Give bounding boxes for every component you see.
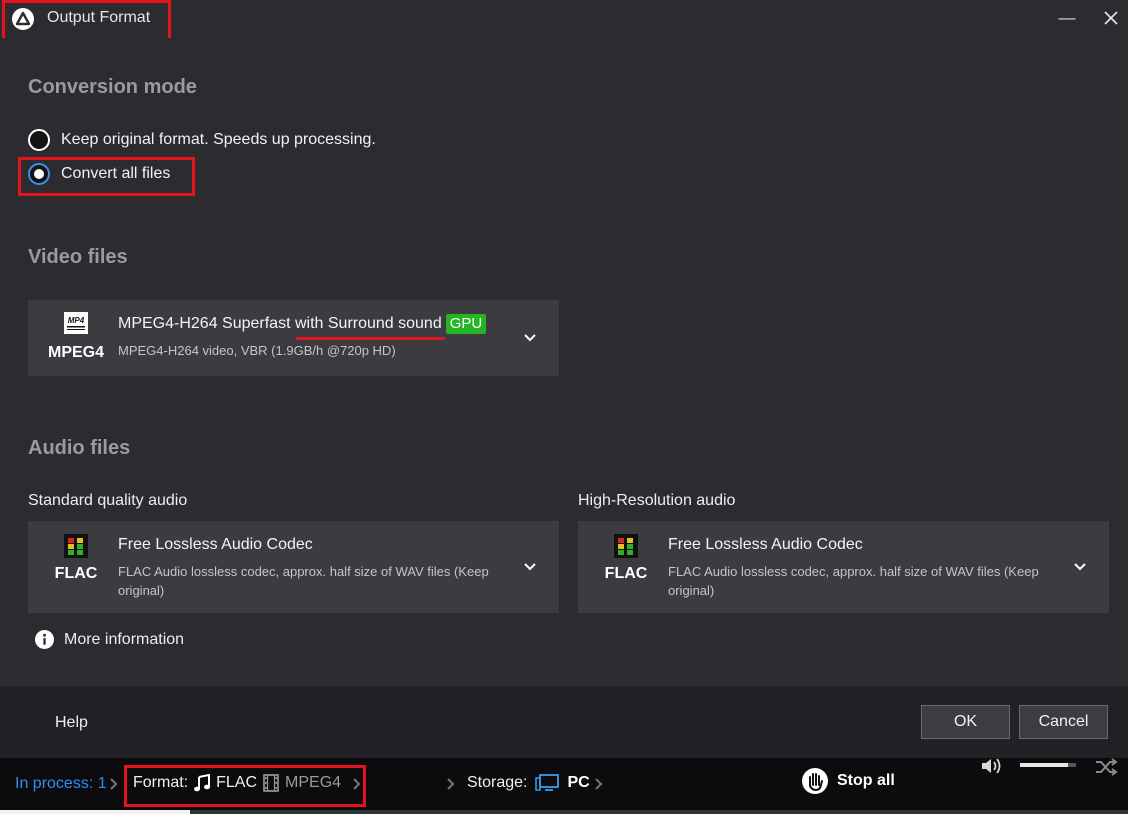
high-res-audio-format-selector[interactable]: FLAC Free Lossless Audio Codec FLAC Audi… <box>578 521 1109 613</box>
more-information-label: More information <box>64 630 185 648</box>
storage-value: PC <box>567 774 590 791</box>
flac-icon-label: FLAC <box>604 565 648 582</box>
video-format-title: MPEG4-H264 Superfast with Surround sound… <box>118 314 487 334</box>
standard-audio-format-selector[interactable]: FLAC Free Lossless Audio Codec FLAC Audi… <box>28 521 559 613</box>
format-status[interactable]: Format: FLAC MPEG4 <box>133 774 341 792</box>
dialog-body: Conversion mode Keep original format. Sp… <box>0 38 1128 686</box>
mp4-icon-label: MPEG4 <box>47 344 104 361</box>
high-res-audio-format-title: Free Lossless Audio Codec <box>668 536 863 553</box>
stop-all-button[interactable]: Stop all <box>801 767 895 795</box>
keep-original-radio[interactable] <box>28 129 50 151</box>
window-title: Output Format <box>47 9 151 26</box>
high-res-audio-label: High-Resolution audio <box>578 492 736 509</box>
chevron-right-icon <box>110 778 118 790</box>
close-icon <box>1104 11 1118 25</box>
chevron-right-icon <box>595 778 603 790</box>
video-format-description: MPEG4-H264 video, VBR (1.9GB/h @720p HD) <box>118 343 396 358</box>
surround-sound-underline <box>296 337 445 340</box>
film-icon <box>263 774 279 792</box>
video-format-selector[interactable]: MP4 MPEG4 MPEG4-H264 Superfast with Surr… <box>28 300 559 376</box>
storage-status[interactable]: Storage: PC <box>467 774 590 792</box>
standard-audio-format-description: FLAC Audio lossless codec, approx. half … <box>118 564 489 598</box>
stop-all-label: Stop all <box>837 772 895 789</box>
close-button[interactable] <box>1097 6 1125 30</box>
conversion-mode-heading: Conversion mode <box>28 76 197 98</box>
title-bar: Output Format — <box>0 0 1128 41</box>
volume-slider-fill <box>1020 763 1068 767</box>
format-label: Format: <box>133 774 189 791</box>
audio-files-heading: Audio files <box>28 437 131 459</box>
chevron-down-icon <box>524 334 536 342</box>
keep-original-label: Keep original format. Speeds up processi… <box>61 131 376 148</box>
chevron-right-icon <box>353 778 361 790</box>
minimize-icon: — <box>1058 8 1076 27</box>
volume-slider[interactable] <box>1020 763 1076 767</box>
cancel-button[interactable]: Cancel <box>1019 705 1108 739</box>
mp4-icon-badge: MP4 <box>68 316 85 325</box>
flac-equalizer-icon <box>614 534 638 558</box>
chevron-down-icon <box>1074 563 1086 571</box>
mp4-icon: MP4 <box>64 312 88 334</box>
video-files-heading: Video files <box>28 246 128 268</box>
flac-equalizer-icon <box>64 534 88 558</box>
high-res-audio-format-description: FLAC Audio lossless codec, approx. half … <box>668 564 1039 598</box>
in-process-status[interactable]: In process: 1 <box>15 775 107 793</box>
pc-monitor-icon <box>535 774 560 791</box>
volume-icon[interactable] <box>980 756 1004 776</box>
audio-format-value: FLAC <box>216 774 258 791</box>
convert-all-label: Convert all files <box>61 165 171 182</box>
storage-label: Storage: <box>467 774 528 791</box>
dialog-footer: Help OK Cancel <box>0 686 1128 758</box>
gpu-badge: GPU <box>445 314 487 334</box>
more-information-link[interactable]: More information <box>35 630 184 649</box>
stop-hand-icon <box>802 768 828 794</box>
chevron-down-icon <box>524 563 536 571</box>
shuffle-icon[interactable] <box>1094 757 1118 777</box>
status-progress-track <box>190 810 1128 814</box>
keep-original-option[interactable]: Keep original format. Speeds up processi… <box>28 127 376 153</box>
ok-button[interactable]: OK <box>921 705 1010 739</box>
video-format-title-text: MPEG4-H264 Superfast with Surround sound <box>118 315 442 332</box>
info-icon <box>35 630 54 649</box>
music-note-icon <box>194 774 211 792</box>
status-progress-bar <box>0 810 190 814</box>
app-logo-icon <box>12 8 34 30</box>
convert-all-option[interactable]: Convert all files <box>28 161 170 187</box>
flac-icon-label: FLAC <box>54 565 98 582</box>
help-link[interactable]: Help <box>55 714 88 732</box>
status-bar: In process: 1 Format: FLAC MPEG4 Storage… <box>0 758 1128 814</box>
minimize-button[interactable]: — <box>1053 6 1081 30</box>
standard-audio-label: Standard quality audio <box>28 492 188 509</box>
chevron-right-icon <box>447 778 455 790</box>
convert-all-radio[interactable] <box>28 163 50 185</box>
video-format-value: MPEG4 <box>285 774 342 791</box>
standard-audio-format-title: Free Lossless Audio Codec <box>118 536 313 553</box>
